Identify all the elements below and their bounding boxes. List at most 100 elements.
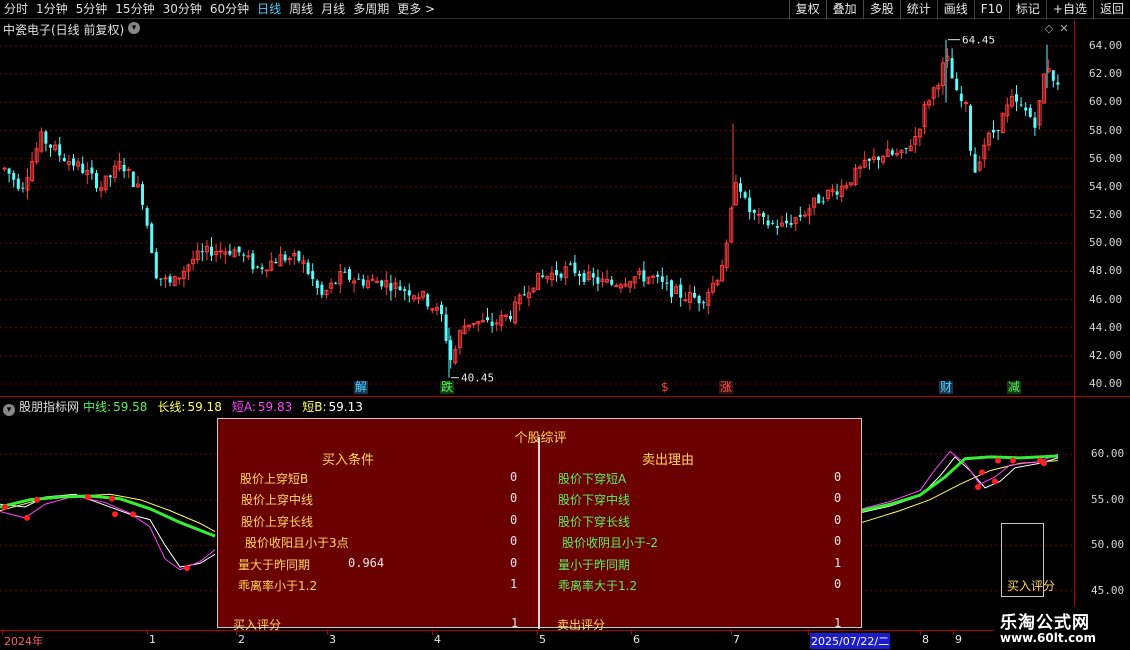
candle-body bbox=[398, 286, 402, 291]
signal-marker bbox=[112, 511, 118, 518]
candle-body bbox=[334, 282, 338, 284]
candle-body bbox=[357, 278, 361, 280]
tool-button-6[interactable]: 标记 bbox=[1008, 0, 1046, 19]
candle-body bbox=[969, 105, 972, 151]
event-marker[interactable]: 解 bbox=[354, 381, 369, 394]
tool-button-1[interactable]: 叠加 bbox=[825, 0, 863, 19]
tool-button-3[interactable]: 统计 bbox=[899, 0, 937, 19]
sell-reason-label: 股价收阴且小于-2 bbox=[562, 536, 658, 550]
sell-reason-label: 股价下穿中线 bbox=[558, 493, 631, 507]
chevron-down-icon[interactable]: ▾ bbox=[128, 22, 140, 34]
watermark-url: www.60lt.com bbox=[1000, 631, 1097, 645]
date-tick: 2024年 bbox=[4, 635, 43, 648]
date-tick-mark bbox=[953, 631, 954, 635]
event-marker[interactable]: 涨 bbox=[719, 381, 734, 394]
candle-body bbox=[835, 191, 839, 195]
candle-body bbox=[1051, 70, 1055, 81]
candle-body bbox=[490, 321, 494, 326]
tool-buttons: 复权 叠加 多股 统计 画线 F10 标记 +自选 返回 bbox=[788, 0, 1130, 19]
signal-marker bbox=[979, 469, 985, 476]
candle-body bbox=[555, 270, 558, 276]
candle-body bbox=[1028, 107, 1032, 117]
buy-condition-label: 乖离率小于1.2 bbox=[238, 579, 318, 593]
tool-button-8[interactable]: 返回 bbox=[1092, 0, 1130, 19]
candle-body bbox=[1024, 107, 1028, 111]
candle-body bbox=[141, 184, 144, 205]
tab-timeframe-3[interactable]: 15分钟 bbox=[111, 0, 158, 19]
score-marker-label: 买入评分 bbox=[1007, 579, 1056, 593]
candle-body bbox=[963, 102, 968, 105]
candle-body bbox=[522, 294, 526, 296]
candle-body bbox=[320, 284, 324, 295]
candle-body bbox=[95, 173, 98, 189]
diamond-icon[interactable]: ◇ bbox=[1043, 23, 1055, 35]
tool-button-2[interactable]: 多股 bbox=[862, 0, 900, 19]
tool-button-5[interactable]: F10 bbox=[973, 0, 1009, 19]
candle-body bbox=[168, 276, 172, 283]
tab-timeframe-10[interactable]: 更多 > bbox=[393, 0, 439, 19]
candle-body bbox=[12, 173, 16, 180]
candle-body bbox=[306, 262, 310, 275]
event-marker[interactable]: $ bbox=[660, 381, 670, 394]
sell-score-value: 1 bbox=[834, 616, 842, 630]
candle-body bbox=[656, 274, 660, 277]
tool-button-0[interactable]: 复权 bbox=[788, 0, 826, 19]
candle-body bbox=[959, 93, 963, 102]
event-marker[interactable]: 财 bbox=[939, 381, 954, 394]
sell-reason-value: 0 bbox=[834, 491, 842, 505]
buy-condition-value: 0 bbox=[510, 556, 518, 570]
buy-conditions-header: 买入条件 bbox=[322, 453, 375, 468]
signal-marker bbox=[130, 511, 136, 518]
tab-timeframe-1[interactable]: 1分钟 bbox=[32, 0, 72, 19]
candle-body bbox=[904, 147, 908, 149]
date-tick-mark bbox=[731, 631, 732, 635]
event-marker[interactable]: 跌 bbox=[440, 381, 455, 394]
tab-timeframe-5[interactable]: 60分钟 bbox=[206, 0, 253, 19]
buy-condition-extra: 0.964 bbox=[348, 556, 385, 570]
timeframe-tabs: 分时 1分钟 5分钟 15分钟 30分钟 60分钟 日线 周线 月线 多周期 更多 > bbox=[0, 0, 439, 19]
tab-timeframe-0[interactable]: 分时 bbox=[0, 0, 32, 19]
buy-condition-value: 0 bbox=[510, 534, 518, 548]
candle-body bbox=[242, 254, 246, 256]
indicator-header: ▾ 股朋指标网 中线: 59.58 长线: 59.18 短A: 59.83 短B: 59.13 bbox=[0, 398, 1074, 416]
candle-body bbox=[1033, 117, 1037, 128]
candle-body bbox=[509, 315, 512, 320]
indicator-tick: 50.00 bbox=[1091, 538, 1125, 552]
tab-timeframe-8[interactable]: 月线 bbox=[317, 0, 349, 19]
candle-body bbox=[785, 220, 788, 224]
candle-body bbox=[256, 266, 259, 268]
sell-reason-value: 0 bbox=[834, 577, 842, 591]
candle-body bbox=[591, 273, 595, 278]
candle-body bbox=[251, 253, 255, 270]
tab-timeframe-6[interactable]: 日线 bbox=[253, 0, 285, 19]
tool-button-7[interactable]: +自选 bbox=[1045, 0, 1093, 19]
tab-timeframe-7[interactable]: 周线 bbox=[285, 0, 317, 19]
candle-body bbox=[200, 251, 204, 253]
indicator-name: 股朋指标网 bbox=[19, 400, 80, 414]
date-tick-mark bbox=[147, 631, 148, 635]
tab-timeframe-4[interactable]: 30分钟 bbox=[159, 0, 206, 19]
candlestick-chart[interactable]: 64.45 40.45 bbox=[0, 36, 1074, 396]
candle-body bbox=[578, 273, 581, 277]
candle-body bbox=[775, 226, 779, 228]
candle-body bbox=[748, 197, 752, 213]
review-divider bbox=[538, 437, 540, 629]
tab-timeframe-9[interactable]: 多周期 bbox=[349, 0, 393, 19]
date-tick-mark bbox=[631, 631, 632, 635]
candle-body bbox=[568, 263, 572, 265]
candle-body bbox=[817, 194, 821, 204]
event-marker[interactable]: 减 bbox=[1007, 381, 1022, 394]
date-tick: 8 bbox=[922, 633, 929, 646]
date-axis: 2024年 1 2 3 4 5 6 7 2025/07/22/二 8 9 bbox=[0, 630, 1074, 650]
candle-body bbox=[766, 220, 770, 226]
candle-body bbox=[246, 255, 251, 258]
close-icon[interactable]: ✕ bbox=[1058, 23, 1070, 35]
candle-body bbox=[154, 252, 158, 279]
indicator-line-value: 短B: 59.13 bbox=[302, 400, 369, 414]
sell-reason-label: 股价下穿长线 bbox=[558, 515, 631, 529]
signal-marker bbox=[2, 503, 8, 510]
indicator-line-label: 短B: bbox=[302, 400, 327, 414]
tab-timeframe-2[interactable]: 5分钟 bbox=[72, 0, 112, 19]
candle-body bbox=[122, 164, 126, 172]
tool-button-4[interactable]: 画线 bbox=[936, 0, 974, 19]
